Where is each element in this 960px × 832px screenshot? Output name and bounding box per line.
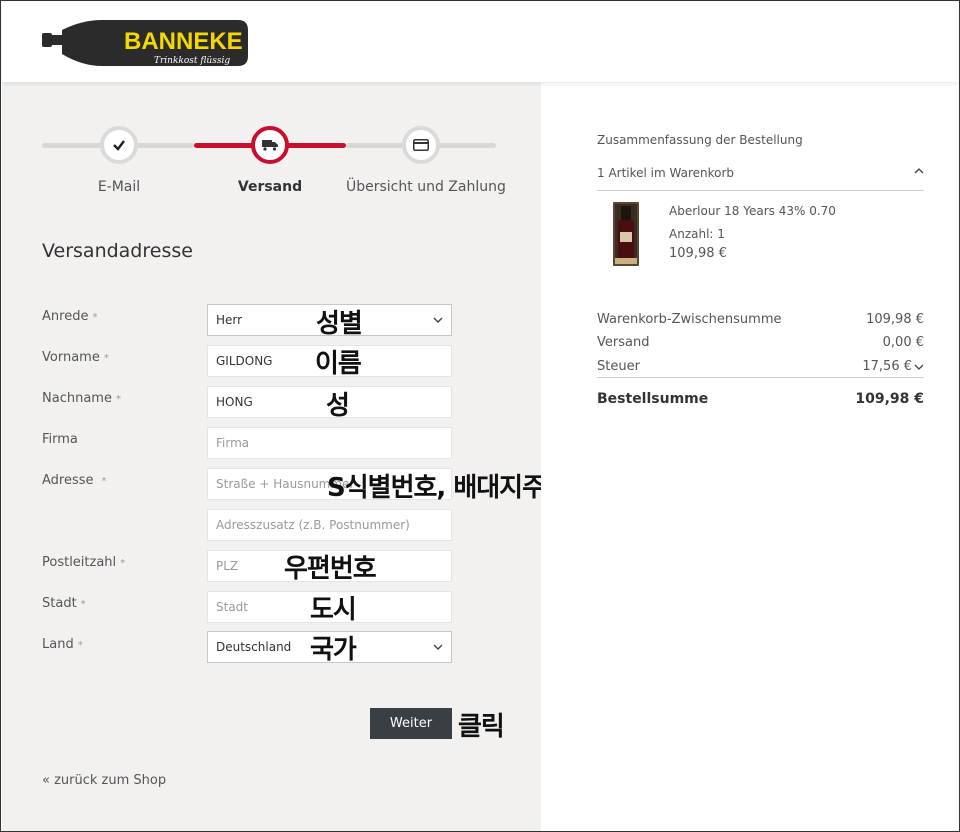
banneke-logo[interactable]: BANNEKE Trinkkost flüssig <box>42 16 250 70</box>
total-value: 109,98 € <box>855 391 924 407</box>
address-supplement-input[interactable]: Adresszusatz (z.B. Postnummer) <box>207 509 452 541</box>
chevron-down-icon <box>433 644 443 650</box>
chevron-down-icon <box>914 364 924 370</box>
subtotal-row: Warenkorb-Zwischensumme 109,98 € <box>597 312 924 327</box>
adresse-label: Adresse * <box>42 473 107 488</box>
plz-label: Postleitzahl * <box>42 555 126 570</box>
anrede-label: Anrede * <box>42 309 98 324</box>
annotation-vorname: 이름 <box>315 349 362 379</box>
annotation-stadt: 도시 <box>310 595 357 625</box>
back-to-shop-link[interactable]: « zurück zum Shop <box>42 773 166 788</box>
order-summary-panel: Zusammenfassung der Bestellung 1 Artikel… <box>541 82 959 831</box>
land-label: Land * <box>42 637 83 652</box>
product-image[interactable] <box>611 200 643 270</box>
total-label: Bestellsumme <box>597 391 709 407</box>
step-label-versand: Versand <box>237 179 303 195</box>
product-quantity: Anzahl: 1 <box>669 227 725 241</box>
firma-label: Firma <box>42 432 78 447</box>
divider <box>597 377 924 378</box>
chevron-down-icon <box>433 317 443 323</box>
stadt-label: Stadt * <box>42 596 86 611</box>
subtotal-label: Warenkorb-Zwischensumme <box>597 312 782 327</box>
cart-count[interactable]: 1 Artikel im Warenkorb <box>597 166 734 180</box>
annotation-land: 국가 <box>310 635 357 665</box>
checkout-form-panel: E-Mail Versand Übersicht und Zahlung Ver… <box>2 82 569 831</box>
nachname-label: Nachname * <box>42 391 121 406</box>
total-row: Bestellsumme 109,98 € <box>597 391 924 407</box>
shipping-value: 0,00 € <box>882 335 924 350</box>
annotation-plz: 우편번호 <box>284 554 377 584</box>
shipping-row: Versand 0,00 € <box>597 335 924 350</box>
subtotal-value: 109,98 € <box>866 312 924 327</box>
step-email[interactable] <box>100 126 138 164</box>
divider <box>597 190 924 191</box>
tax-row[interactable]: Steuer 17,56 € <box>597 359 924 374</box>
tax-label: Steuer <box>597 359 640 374</box>
step-label-zahlung: Übersicht und Zahlung <box>346 179 506 195</box>
shipping-address-title: Versandadresse <box>42 240 193 262</box>
shipping-label: Versand <box>597 335 650 350</box>
product-price: 109,98 € <box>669 246 727 261</box>
weiter-button[interactable]: Weiter <box>370 708 452 739</box>
annotation-adresse: S식별번호, 배대지주소 <box>327 473 569 503</box>
logo-tagline-text: Trinkkost flüssig <box>154 56 230 66</box>
logo-brand-text: BANNEKE <box>124 28 243 55</box>
annotation-anrede: 성별 <box>316 309 363 339</box>
chevron-up-icon[interactable] <box>913 166 925 176</box>
truck-icon <box>262 140 278 151</box>
summary-title: Zusammenfassung der Bestellung <box>597 133 803 147</box>
annotation-nachname: 성 <box>326 391 350 421</box>
check-icon <box>113 140 125 151</box>
step-label-email: E-Mail <box>97 179 141 195</box>
page-frame: BANNEKE Trinkkost flüssig E-Mail Versand… <box>0 0 960 832</box>
credit-card-icon <box>413 139 429 151</box>
step-zahlung[interactable] <box>402 126 440 164</box>
vorname-label: Vorname * <box>42 350 109 365</box>
site-header: BANNEKE Trinkkost flüssig <box>2 2 959 82</box>
firma-input[interactable]: Firma <box>207 427 452 459</box>
product-name[interactable]: Aberlour 18 Years 43% 0.70 <box>669 204 836 218</box>
tax-value: 17,56 € <box>862 359 912 374</box>
annotation-weiter: 클릭 <box>458 712 505 742</box>
step-versand[interactable] <box>251 126 289 164</box>
